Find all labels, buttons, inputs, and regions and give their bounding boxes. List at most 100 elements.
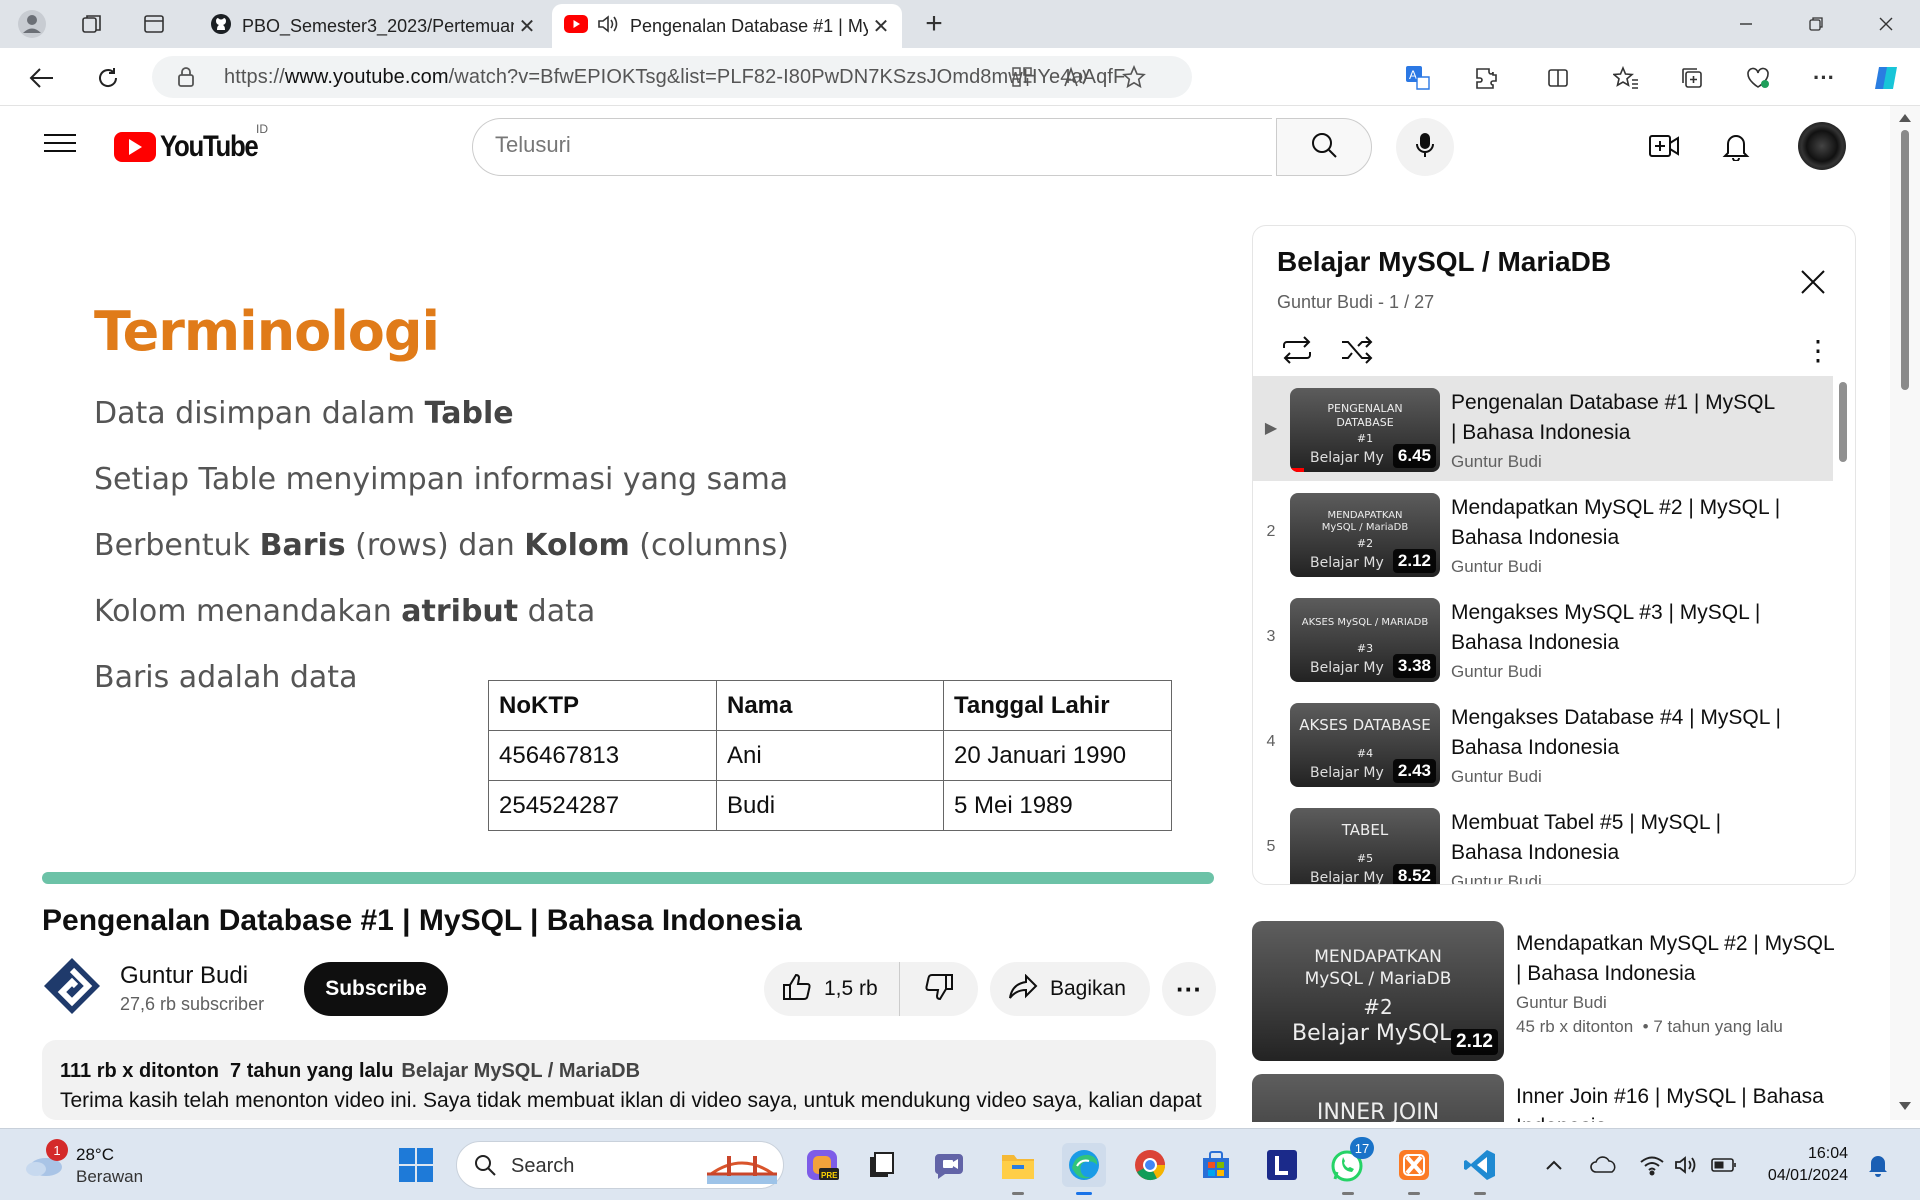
extensions-icon[interactable]: [1468, 60, 1504, 96]
channel-logo[interactable]: [42, 956, 102, 1016]
tab-actions-icon[interactable]: [138, 8, 170, 40]
playlist-thumbnail[interactable]: AKSES DATABASE #4 Belajar My 2.43: [1290, 703, 1440, 787]
recommended-title[interactable]: Mendapatkan MySQL #2 | MySQL | Bahasa In…: [1516, 929, 1836, 989]
playlist-menu-icon[interactable]: ⋮: [1803, 330, 1833, 370]
recommended-video[interactable]: INNER JOIN Inner Join #16 | MySQL | Baha…: [1252, 1074, 1856, 1122]
whatsapp-icon[interactable]: 17: [1326, 1137, 1374, 1195]
recommended-thumbnail[interactable]: MENDAPATKAN MySQL / MariaDB #2 Belajar M…: [1252, 921, 1504, 1061]
close-tab-icon[interactable]: ✕: [868, 14, 894, 39]
playlist-item-title[interactable]: Membuat Tabel #5 | MySQL | Bahasa Indone…: [1451, 808, 1781, 868]
playlist-item-title[interactable]: Mengakses Database #4 | MySQL | Bahasa I…: [1451, 703, 1781, 763]
playlist-thumbnail[interactable]: PENGENALAN DATABASE #1 Belajar My 6.45: [1290, 388, 1440, 472]
url-field[interactable]: https://www.youtube.com/watch?v=BfwEPIOK…: [152, 56, 1192, 98]
xampp-icon[interactable]: [1392, 1143, 1436, 1195]
l-app-icon[interactable]: [1260, 1143, 1304, 1187]
lock-icon[interactable]: [176, 65, 196, 94]
playlist-item-title[interactable]: Mendapatkan MySQL #2 | MySQL | Bahasa In…: [1451, 493, 1781, 553]
scroll-down-arrow-icon[interactable]: [1899, 1102, 1911, 1110]
playlist-thumbnail[interactable]: TABEL #5 Belajar My 8.52: [1290, 808, 1440, 884]
video-player[interactable]: Terminologi Data disimpan dalam Table Se…: [42, 220, 1214, 880]
notifications-bell-icon[interactable]: [1716, 126, 1756, 166]
youtube-logo[interactable]: YouTube ID: [114, 122, 273, 164]
chrome-browser-icon[interactable]: [1128, 1143, 1172, 1187]
favorites-icon[interactable]: [1608, 60, 1644, 96]
microsoft-store-icon[interactable]: [1194, 1143, 1238, 1187]
file-explorer-icon[interactable]: [996, 1143, 1040, 1195]
loop-playlist-icon[interactable]: [1277, 330, 1317, 370]
recommended-channel[interactable]: Guntur Budi: [1516, 993, 1836, 1013]
channel-name[interactable]: Guntur Budi: [120, 962, 248, 990]
battery-icon[interactable]: [1704, 1143, 1744, 1187]
playlist-item[interactable]: 2 MENDAPATKAN MySQL / MariaDB #2 Belajar…: [1253, 481, 1833, 586]
translate-icon[interactable]: A: [1400, 60, 1436, 96]
search-button[interactable]: [1276, 118, 1372, 176]
copilot-pre-app-icon[interactable]: PRE: [800, 1143, 844, 1187]
taskbar-search[interactable]: Search: [456, 1141, 784, 1189]
favorite-star-icon[interactable]: [1120, 63, 1148, 91]
volume-icon[interactable]: [1666, 1143, 1706, 1187]
close-tab-icon[interactable]: ✕: [514, 14, 540, 39]
back-arrow-icon[interactable]: [24, 60, 60, 96]
video-progress-bar[interactable]: [42, 872, 1214, 884]
recommended-video[interactable]: MENDAPATKAN MySQL / MariaDB #2 Belajar M…: [1252, 921, 1856, 1061]
dislike-button[interactable]: [900, 962, 978, 1016]
create-video-icon[interactable]: [1644, 126, 1684, 166]
read-aloud-icon[interactable]: [1062, 63, 1090, 91]
refresh-icon[interactable]: [90, 60, 126, 96]
minimize-icon[interactable]: [1722, 6, 1770, 42]
playlist-item[interactable]: 3 AKSES MySQL / MARIADB #3 Belajar My 3.…: [1253, 586, 1833, 691]
close-playlist-icon[interactable]: [1793, 262, 1833, 302]
scrollbar-thumb[interactable]: [1901, 130, 1909, 390]
scroll-up-arrow-icon[interactable]: [1899, 114, 1911, 122]
vscode-icon[interactable]: [1458, 1143, 1502, 1195]
search-input[interactable]: [495, 132, 1235, 158]
start-button[interactable]: [398, 1147, 434, 1183]
page-scrollbar[interactable]: [1890, 106, 1920, 1120]
like-button[interactable]: 1,5 rb: [764, 962, 900, 1016]
notification-center-bell-icon[interactable]: [1860, 1143, 1896, 1187]
workspaces-icon[interactable]: [76, 8, 108, 40]
speaker-icon[interactable]: [596, 13, 620, 40]
search-box[interactable]: [472, 118, 1272, 176]
weather-widget[interactable]: 1 28°C Berawan: [24, 1139, 164, 1191]
playlist-item[interactable]: 4 AKSES DATABASE #4 Belajar My 2.43 Meng…: [1253, 691, 1833, 796]
account-avatar[interactable]: [1798, 122, 1846, 170]
show-hidden-icons-chevron-icon[interactable]: [1534, 1143, 1574, 1187]
split-screen-icon[interactable]: [1540, 60, 1576, 96]
url-text[interactable]: https://www.youtube.com/watch?v=BfwEPIOK…: [224, 66, 1125, 89]
subscribe-button[interactable]: Subscribe: [304, 962, 448, 1016]
shuffle-icon[interactable]: [1337, 330, 1377, 370]
playlist-item[interactable]: ▶ PENGENALAN DATABASE #1 Belajar My 6.45…: [1253, 376, 1833, 481]
browser-essentials-icon[interactable]: [1740, 60, 1776, 96]
playlist-title[interactable]: Belajar MySQL / MariaDB: [1277, 246, 1611, 278]
new-tab-icon[interactable]: +: [918, 7, 950, 40]
teams-chat-icon[interactable]: [928, 1143, 972, 1187]
hamburger-menu-icon[interactable]: [40, 128, 80, 164]
restore-icon[interactable]: [1792, 6, 1840, 42]
playlist-thumbnail[interactable]: MENDAPATKAN MySQL / MariaDB #2 Belajar M…: [1290, 493, 1440, 577]
recommended-title[interactable]: Inner Join #16 | MySQL | Bahasa Indonesi…: [1516, 1082, 1836, 1122]
edge-browser-icon[interactable]: [1062, 1143, 1106, 1195]
tab-github[interactable]: PBO_Semester3_2023/Pertemuan ✕: [198, 4, 548, 48]
copilot-icon[interactable]: [1868, 60, 1904, 96]
playlist-item-title[interactable]: Mengakses MySQL #3 | MySQL | Bahasa Indo…: [1451, 598, 1781, 658]
settings-more-icon[interactable]: ···: [1806, 60, 1842, 96]
app-available-icon[interactable]: [1008, 63, 1036, 91]
profile-icon[interactable]: [16, 8, 48, 40]
playlist-tag-link[interactable]: Belajar MySQL / MariaDB: [401, 1060, 640, 1082]
playlist-scrollbar[interactable]: [1839, 382, 1847, 462]
description-box[interactable]: 111 rb x ditonton 7 tahun yang lalu Belaj…: [42, 1040, 1216, 1120]
window-close-icon[interactable]: [1862, 6, 1910, 42]
tab-youtube[interactable]: Pengenalan Database #1 | MySQL ✕: [552, 4, 902, 48]
playlist-thumbnail[interactable]: AKSES MySQL / MARIADB #3 Belajar My 3.38: [1290, 598, 1440, 682]
task-view-icon[interactable]: [860, 1143, 904, 1187]
collections-icon[interactable]: [1674, 60, 1710, 96]
playlist-item[interactable]: 5 TABEL #5 Belajar My 8.52 Membuat Tabel…: [1253, 796, 1833, 884]
voice-search-button[interactable]: [1396, 118, 1454, 176]
share-button[interactable]: Bagikan: [990, 962, 1150, 1016]
more-actions-button[interactable]: ···: [1162, 962, 1216, 1016]
playlist-item-title[interactable]: Pengenalan Database #1 | MySQL | Bahasa …: [1451, 388, 1781, 448]
onedrive-cloud-icon[interactable]: [1584, 1143, 1624, 1187]
recommended-thumbnail[interactable]: INNER JOIN: [1252, 1074, 1504, 1122]
system-clock[interactable]: 16:04 04/01/2024: [1752, 1143, 1848, 1187]
